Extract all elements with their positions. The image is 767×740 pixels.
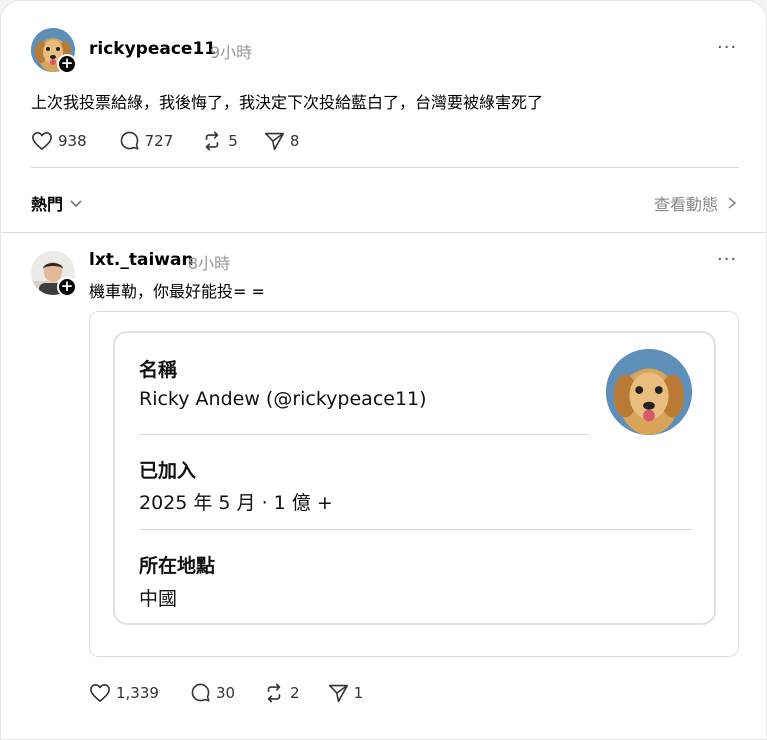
post-share-button[interactable]: 8 [264,131,300,151]
joined-value: 2025 年 5 月 · 1 億 + [139,492,333,514]
send-icon [264,132,284,150]
post-more-icon[interactable]: ··· [717,37,737,58]
post-like-count: 938 [58,131,87,150]
post-text: 上次我投票給綠，我後悔了，我決定下次投給藍白了，台灣要被綠害死了 [31,93,544,112]
chevron-right-icon [728,197,737,209]
reply-actions: 1,339 30 2 1 [89,682,385,703]
reply-like-count: 1,339 [116,683,159,702]
sort-bar: 熱門 查看動態 [1,173,767,233]
sort-hot-label: 熱門 [31,195,64,214]
post-username[interactable]: rickypeace11 [89,39,216,59]
post-repost-button[interactable]: 5 [201,131,238,151]
reply-share-button[interactable]: 1 [328,683,364,703]
joined-divider [139,529,693,530]
reply-share-count: 1 [353,683,364,702]
reply-like-button[interactable]: 1,339 [89,683,159,703]
sort-hot-dropdown[interactable]: 熱門 [31,191,83,215]
post-repost-count: 5 [228,131,238,150]
reply-follow-plus-icon[interactable]: + [57,277,77,297]
comment-icon [120,131,139,150]
joined-label: 已加入 [139,460,197,482]
comment-icon [191,683,210,702]
reply-more-icon[interactable]: ··· [717,249,737,270]
view-activity-link[interactable]: 查看動態 [654,191,738,215]
reply-username[interactable]: lxt._taiwan [89,250,194,270]
name-value: Ricky Andew (@rickypeace11) [139,388,427,410]
chevron-down-icon [70,200,82,208]
reply-image[interactable]: 名稱 Ricky Andew (@rickypeace11) 已加入 2025 … [89,311,739,657]
send-icon [328,684,348,702]
profile-info-card: 名稱 Ricky Andew (@rickypeace11) 已加入 2025 … [113,331,716,625]
reply-comment-button[interactable]: 30 [190,682,235,703]
reply-comment-count: 30 [215,683,236,702]
follow-plus-icon[interactable]: + [57,54,77,74]
post-comment-count: 727 [144,131,174,150]
repost-icon [267,683,281,702]
view-activity-label: 查看動態 [653,195,718,214]
name-divider [139,434,589,435]
dog-avatar-icon [606,349,692,435]
heart-icon [90,683,110,702]
location-value: 中國 [139,588,178,610]
profile-dog-avatar [606,349,692,435]
thread-card: + rickypeace11 9小時 ··· 上次我投票給綠，我後悔了，我決定下… [0,0,767,740]
post-time[interactable]: 9小時 [210,39,252,63]
reply-repost-count: 2 [290,683,300,702]
repost-icon [206,131,219,150]
post-share-count: 8 [289,131,300,150]
post-comment-button[interactable]: 727 [119,130,174,151]
location-label: 所在地點 [139,555,216,577]
reply-repost-button[interactable]: 2 [263,683,300,703]
name-label: 名稱 [139,359,178,381]
reply-text: 機車勒，你最好能投= = [89,282,265,301]
heart-icon [32,131,52,150]
post-like-button[interactable]: 938 [31,131,87,151]
post-actions: 938 727 5 8 [31,130,321,151]
post-divider [31,167,739,168]
reply-time[interactable]: 8小時 [188,250,230,274]
